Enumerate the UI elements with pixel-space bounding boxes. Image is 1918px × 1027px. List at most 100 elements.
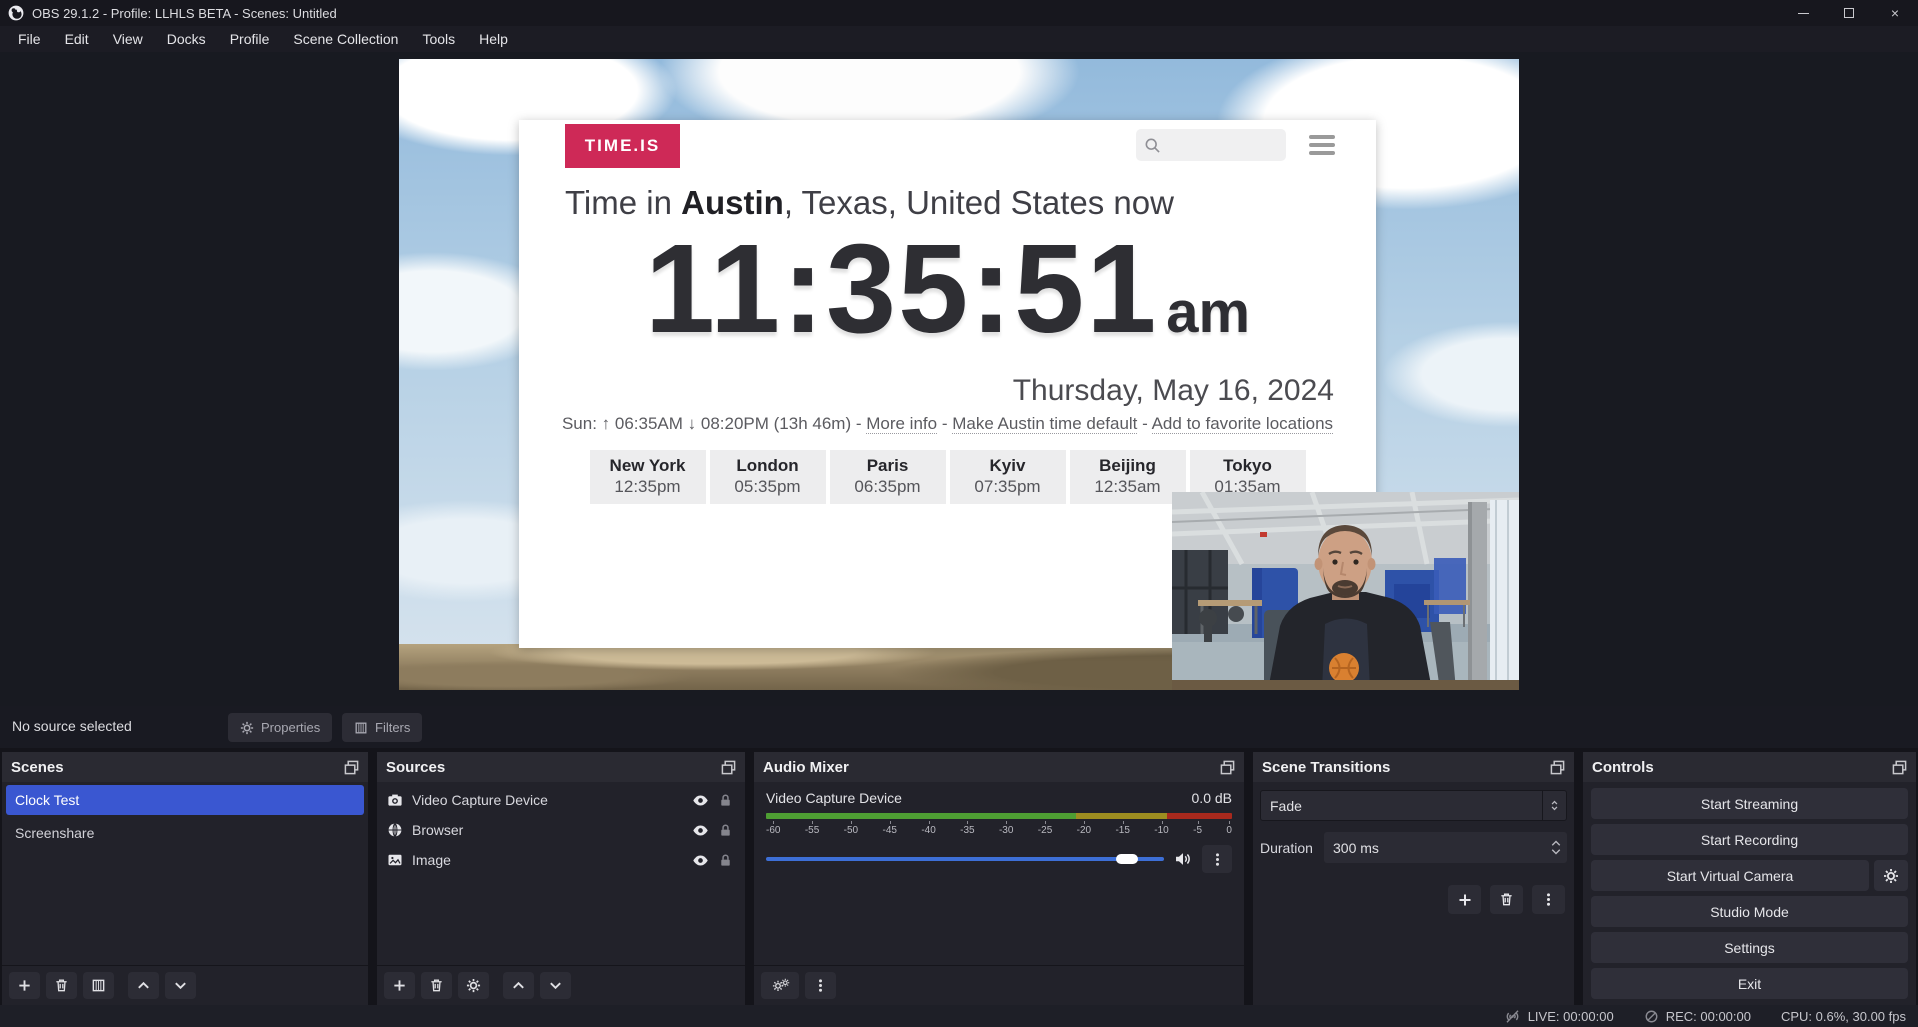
scene-item-clock-test[interactable]: Clock Test bbox=[6, 785, 364, 815]
scene-label: Clock Test bbox=[15, 792, 79, 808]
menu-profile[interactable]: Profile bbox=[218, 26, 282, 52]
title-bar: OBS 29.1.2 - Profile: LLHLS BETA - Scene… bbox=[0, 0, 1918, 26]
properties-label: Properties bbox=[261, 720, 320, 735]
record-inactive-icon bbox=[1644, 1009, 1659, 1024]
minimize-button[interactable] bbox=[1780, 0, 1826, 26]
lock-icon[interactable] bbox=[718, 853, 733, 868]
make-default-link: Make Austin time default bbox=[952, 414, 1137, 434]
duration-label: Duration bbox=[1260, 840, 1316, 856]
plus-icon bbox=[392, 978, 407, 993]
trash-icon bbox=[1499, 892, 1514, 907]
filters-label: Filters bbox=[375, 720, 410, 735]
timeis-date: Thursday, May 16, 2024 bbox=[1013, 374, 1334, 408]
mixer-toolbar bbox=[754, 965, 1244, 1005]
visibility-eye-icon[interactable] bbox=[692, 822, 709, 839]
scenes-toolbar bbox=[2, 965, 368, 1005]
scale-tick: -35 bbox=[960, 821, 974, 836]
spinner-arrows-icon bbox=[1548, 799, 1561, 812]
more-info-link: More info bbox=[866, 414, 937, 434]
advanced-audio-button[interactable] bbox=[761, 972, 799, 999]
lock-icon[interactable] bbox=[718, 793, 733, 808]
cpu-fps-stats: CPU: 0.6%, 30.00 fps bbox=[1781, 1009, 1906, 1024]
live-status: LIVE: 00:00:00 bbox=[1504, 1008, 1614, 1025]
scale-tick: -10 bbox=[1154, 821, 1168, 836]
minimize-icon bbox=[1798, 13, 1809, 14]
scene-move-down-button[interactable] bbox=[165, 972, 196, 999]
preview-canvas[interactable]: TIME.IS Time in Austin, Texas, United St… bbox=[399, 59, 1519, 690]
scenes-dock: Scenes Clock Test Screenshare bbox=[2, 752, 368, 1005]
remove-scene-button[interactable] bbox=[46, 972, 77, 999]
popout-icon[interactable] bbox=[1550, 760, 1565, 775]
close-button[interactable]: × bbox=[1872, 0, 1918, 26]
studio-mode-button[interactable]: Studio Mode bbox=[1591, 896, 1908, 927]
volume-slider-handle[interactable] bbox=[1116, 854, 1138, 864]
source-item-image[interactable]: Image bbox=[377, 845, 745, 875]
visibility-eye-icon[interactable] bbox=[692, 792, 709, 809]
mixer-channel-options-button[interactable] bbox=[1202, 845, 1232, 873]
menu-file[interactable]: File bbox=[6, 26, 53, 52]
speaker-mute-icon[interactable] bbox=[1174, 850, 1192, 868]
chevron-up-icon bbox=[136, 978, 151, 993]
source-properties-button[interactable] bbox=[458, 972, 489, 999]
exit-button[interactable]: Exit bbox=[1591, 968, 1908, 999]
webcam-source-overlay[interactable] bbox=[1172, 492, 1519, 690]
visibility-eye-icon[interactable] bbox=[692, 852, 709, 869]
mixer-body: Video Capture Device 0.0 dB -60-55-50-45… bbox=[754, 782, 1244, 965]
scene-move-up-button[interactable] bbox=[128, 972, 159, 999]
add-source-button[interactable] bbox=[384, 972, 415, 999]
preview-area: TIME.IS Time in Austin, Texas, United St… bbox=[0, 52, 1918, 706]
obs-logo-icon bbox=[8, 5, 24, 21]
source-item-video-capture[interactable]: Video Capture Device bbox=[377, 785, 745, 815]
popout-icon[interactable] bbox=[1892, 760, 1907, 775]
gear-icon bbox=[1883, 868, 1899, 884]
maximize-button[interactable] bbox=[1826, 0, 1872, 26]
lock-icon[interactable] bbox=[718, 823, 733, 838]
properties-button[interactable]: Properties bbox=[228, 713, 332, 742]
separator: - bbox=[1137, 414, 1151, 433]
trash-icon bbox=[429, 978, 444, 993]
popout-icon[interactable] bbox=[1220, 760, 1235, 775]
filters-button[interactable]: Filters bbox=[342, 713, 422, 742]
scene-transitions-dock: Scene Transitions Fade Duration 300 ms bbox=[1253, 752, 1574, 1005]
scenes-list: Clock Test Screenshare bbox=[2, 782, 368, 965]
volume-slider[interactable] bbox=[766, 857, 1164, 861]
start-recording-button[interactable]: Start Recording bbox=[1591, 824, 1908, 855]
sources-toolbar bbox=[377, 965, 745, 1005]
start-virtual-camera-button[interactable]: Start Virtual Camera bbox=[1591, 860, 1869, 891]
select-spinner[interactable] bbox=[1542, 791, 1566, 820]
transition-options-button[interactable] bbox=[1532, 885, 1565, 914]
chevron-up-icon bbox=[1550, 839, 1562, 847]
source-item-browser[interactable]: Browser bbox=[377, 815, 745, 845]
menu-help[interactable]: Help bbox=[467, 26, 520, 52]
transition-select[interactable]: Fade bbox=[1260, 790, 1567, 821]
add-favorite-link: Add to favorite locations bbox=[1152, 414, 1333, 434]
source-move-up-button[interactable] bbox=[503, 972, 534, 999]
menu-scene-collection[interactable]: Scene Collection bbox=[281, 26, 410, 52]
add-scene-button[interactable] bbox=[9, 972, 40, 999]
city-name: New York bbox=[590, 456, 706, 476]
scene-filters-button[interactable] bbox=[83, 972, 114, 999]
controls-body: Start Streaming Start Recording Start Vi… bbox=[1583, 782, 1916, 1005]
add-transition-button[interactable] bbox=[1448, 885, 1481, 914]
timeis-sun-line: Sun: ↑ 06:35AM ↓ 08:20PM (13h 46m) - Mor… bbox=[519, 414, 1376, 434]
duration-input[interactable]: 300 ms bbox=[1324, 832, 1567, 863]
globe-icon bbox=[387, 822, 403, 838]
maximize-icon bbox=[1844, 8, 1854, 18]
scene-item-screenshare[interactable]: Screenshare bbox=[6, 818, 364, 848]
menu-edit[interactable]: Edit bbox=[53, 26, 101, 52]
settings-button[interactable]: Settings bbox=[1591, 932, 1908, 963]
audio-mixer-dock: Audio Mixer Video Capture Device 0.0 dB … bbox=[754, 752, 1244, 1005]
remove-transition-button[interactable] bbox=[1490, 885, 1523, 914]
menu-view[interactable]: View bbox=[101, 26, 155, 52]
duration-steppers[interactable] bbox=[1545, 839, 1567, 856]
chevron-down-icon bbox=[548, 978, 563, 993]
popout-icon[interactable] bbox=[344, 760, 359, 775]
remove-source-button[interactable] bbox=[421, 972, 452, 999]
start-streaming-button[interactable]: Start Streaming bbox=[1591, 788, 1908, 819]
popout-icon[interactable] bbox=[721, 760, 736, 775]
source-move-down-button[interactable] bbox=[540, 972, 571, 999]
menu-tools[interactable]: Tools bbox=[410, 26, 467, 52]
virtual-camera-settings-button[interactable] bbox=[1874, 860, 1908, 891]
mixer-options-button[interactable] bbox=[805, 972, 836, 999]
menu-docks[interactable]: Docks bbox=[155, 26, 218, 52]
